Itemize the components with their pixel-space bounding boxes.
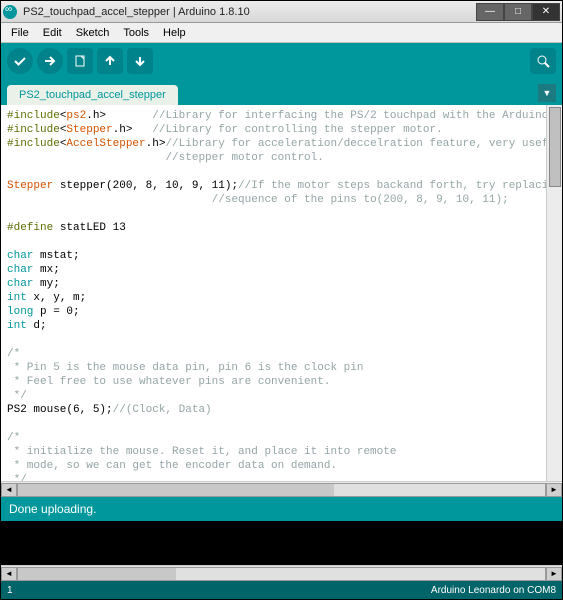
console-scroll-thumb[interactable] (18, 568, 176, 580)
upload-button[interactable] (37, 48, 63, 74)
magnifier-icon (536, 54, 550, 68)
scroll-thumb-h[interactable] (18, 484, 334, 496)
editor-area: #include<ps2.h> //Library for interfacin… (1, 105, 562, 481)
scroll-track[interactable] (17, 483, 546, 497)
sketch-tab[interactable]: PS2_touchpad_accel_stepper (7, 85, 178, 105)
arrow-up-icon (103, 54, 117, 68)
scroll-right-button[interactable]: ► (546, 483, 562, 497)
line-number: 1 (7, 585, 13, 596)
toolbar (1, 43, 562, 79)
menubar: File Edit Sketch Tools Help (1, 23, 562, 43)
menu-help[interactable]: Help (157, 25, 192, 41)
minimize-button[interactable]: — (476, 3, 504, 21)
tab-menu-button[interactable]: ▼ (538, 84, 556, 102)
menu-file[interactable]: File (5, 25, 35, 41)
tab-bar: PS2_touchpad_accel_stepper ▼ (1, 79, 562, 105)
menu-edit[interactable]: Edit (37, 25, 68, 41)
horizontal-scrollbar[interactable]: ◄ ► (1, 481, 562, 497)
console-scrollbar[interactable]: ◄ ► (1, 565, 562, 581)
titlebar: PS2_touchpad_accel_stepper | Arduino 1.8… (1, 1, 562, 23)
menu-sketch[interactable]: Sketch (70, 25, 116, 41)
status-message: Done uploading. (9, 502, 96, 516)
console-scroll-left[interactable]: ◄ (1, 567, 17, 581)
close-button[interactable]: ✕ (532, 3, 560, 21)
save-sketch-button[interactable] (127, 48, 153, 74)
check-icon (13, 54, 27, 68)
window-controls: — □ ✕ (476, 3, 560, 21)
scroll-left-button[interactable]: ◄ (1, 483, 17, 497)
vertical-scrollbar[interactable] (546, 105, 562, 481)
serial-monitor-button[interactable] (530, 48, 556, 74)
open-sketch-button[interactable] (97, 48, 123, 74)
status-bar: 1 Arduino Leonardo on COM8 (1, 581, 562, 599)
menu-tools[interactable]: Tools (117, 25, 155, 41)
maximize-button[interactable]: □ (504, 3, 532, 21)
verify-button[interactable] (7, 48, 33, 74)
board-port: Arduino Leonardo on COM8 (431, 585, 556, 596)
arduino-app-icon (3, 5, 17, 19)
code-editor[interactable]: #include<ps2.h> //Library for interfacin… (1, 105, 546, 481)
app-window: PS2_touchpad_accel_stepper | Arduino 1.8… (0, 0, 563, 600)
new-file-icon (73, 54, 87, 68)
scrollbar-thumb[interactable] (549, 107, 561, 187)
arrow-right-icon (43, 54, 57, 68)
console-scroll-right[interactable]: ► (546, 567, 562, 581)
console-scroll-track[interactable] (17, 567, 546, 581)
compile-status: Done uploading. (1, 497, 562, 521)
console-output[interactable] (1, 521, 562, 565)
arrow-down-icon (133, 54, 147, 68)
new-sketch-button[interactable] (67, 48, 93, 74)
window-title: PS2_touchpad_accel_stepper | Arduino 1.8… (23, 6, 476, 18)
